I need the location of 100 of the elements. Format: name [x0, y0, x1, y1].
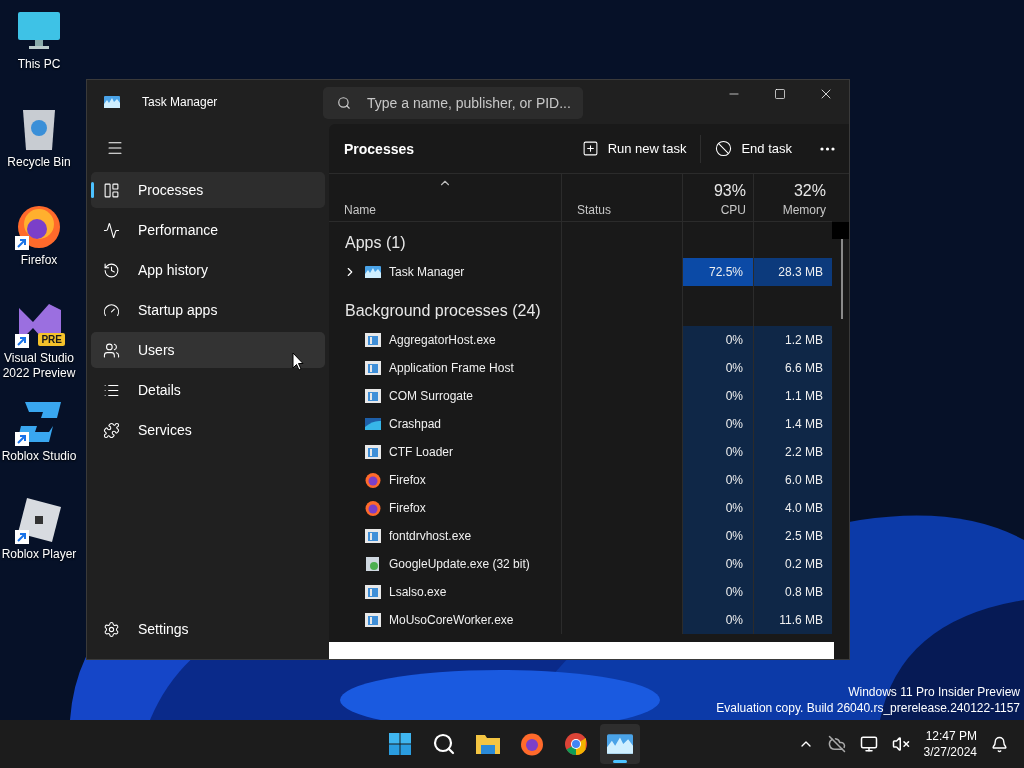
memory-cell: 4.0 MB — [754, 494, 832, 522]
activity-icon — [103, 221, 120, 239]
cloud-off-icon[interactable] — [827, 735, 846, 753]
clock[interactable]: 12:47 PM 3/27/2024 — [923, 728, 977, 760]
processes-icon — [103, 181, 120, 199]
folder-icon — [475, 733, 501, 755]
nav-item[interactable]: Startup apps — [91, 292, 325, 328]
menu-icon — [106, 139, 124, 157]
settings-item[interactable]: Settings — [91, 611, 325, 647]
process-name-cell[interactable]: AggregatorHost.exe — [329, 326, 562, 354]
settings-icon — [103, 620, 120, 638]
process-name-cell[interactable]: fontdrvhost.exe — [329, 522, 562, 550]
desktop-icon-label[interactable]: Visual Studio 2022 Preview — [1, 351, 77, 381]
add-window-icon — [581, 140, 599, 157]
build-info-text: Evaluation copy. Build 26040.rs_prerelease.240122-1157 — [716, 700, 1020, 716]
task-manager-icon — [607, 734, 633, 754]
muted-speaker-icon[interactable] — [891, 735, 910, 753]
shortcut-arrow-icon — [15, 530, 29, 544]
more-icon — [820, 146, 835, 151]
firefox-icon — [520, 732, 544, 756]
window-icon — [365, 361, 381, 375]
memory-cell: 1.1 MB — [754, 382, 832, 410]
desktop-icon-label[interactable]: Roblox Studio — [1, 449, 77, 464]
process-name-cell[interactable]: COM Surrogate — [329, 382, 562, 410]
cpu-cell: 0% — [683, 410, 754, 438]
memory-cell: 6.6 MB — [754, 354, 832, 382]
nav-item[interactable]: Details — [91, 372, 325, 408]
cpu-cell: 0% — [683, 578, 754, 606]
process-name-cell[interactable]: Firefox — [329, 466, 562, 494]
page-title: Processes — [344, 140, 415, 157]
taskbar-button[interactable] — [600, 724, 640, 764]
process-name-cell[interactable]: GoogleUpdate.exe (32 bit) — [329, 550, 562, 578]
cpu-cell: 0% — [683, 550, 754, 578]
memory-cell: 6.0 MB — [754, 466, 832, 494]
memory-cell: 1.4 MB — [754, 410, 832, 438]
cpu-cell: 0% — [683, 466, 754, 494]
memory-cell: 2.2 MB — [754, 438, 832, 466]
build-info-text: Windows 11 Pro Insider Preview — [847, 684, 1020, 700]
group-heading: Background processes (24) — [345, 302, 541, 320]
crashpad-icon — [365, 418, 381, 430]
group-heading: Apps (1) — [345, 234, 406, 252]
shortcut-arrow-icon — [15, 236, 29, 250]
cpu-cell: 0% — [683, 354, 754, 382]
preview-badge: PRE — [38, 333, 65, 346]
cpu-cell: 0% — [683, 438, 754, 466]
desktop-icon-label[interactable]: Firefox — [1, 253, 77, 268]
run-task-button[interactable]: Run new task — [567, 131, 701, 166]
search-field[interactable]: Type a name, publisher, or PID... — [323, 87, 583, 119]
nav-item[interactable]: Performance — [91, 212, 325, 248]
prohibited-icon — [715, 140, 733, 157]
column-total: 32% — [793, 182, 826, 200]
window-icon — [365, 445, 381, 459]
nav-item[interactable]: Users — [91, 332, 325, 368]
end-task-button[interactable]: End task — [701, 131, 806, 166]
column-header[interactable]: 32% Memory — [754, 174, 832, 222]
column-label: Memory — [782, 203, 826, 217]
column-label: Status — [577, 203, 612, 217]
maximize-icon — [774, 88, 786, 100]
process-name-cell[interactable]: MoUsoCoreWorker.exe — [329, 606, 562, 634]
column-total: 93% — [713, 182, 746, 200]
horizontal-scrollbar[interactable] — [329, 642, 834, 659]
column-header[interactable]: 93% CPU — [683, 174, 754, 222]
process-name-cell[interactable]: Crashpad — [329, 410, 562, 438]
window-icon — [365, 613, 381, 627]
task-manager-icon — [365, 266, 381, 278]
process-name-cell[interactable]: CTF Loader — [329, 438, 562, 466]
column-header[interactable]: Status — [562, 174, 683, 222]
process-name-cell[interactable]: Application Frame Host — [329, 354, 562, 382]
installer-icon — [365, 556, 381, 572]
cpu-cell: 0% — [683, 494, 754, 522]
process-name-cell[interactable]: Task Manager — [329, 258, 562, 286]
process-name-cell[interactable]: Firefox — [329, 494, 562, 522]
cpu-cell: 0% — [683, 606, 754, 634]
cpu-cell: 0% — [683, 522, 754, 550]
notification-bell-icon[interactable] — [991, 735, 1008, 753]
desktop-icon-label[interactable]: This PC — [1, 57, 77, 72]
process-name-cell[interactable]: Lsalso.exe — [329, 578, 562, 606]
memory-cell: 0.8 MB — [754, 578, 832, 606]
desktop-icon-label[interactable]: Roblox Player — [1, 547, 77, 562]
task-manager-icon — [104, 96, 120, 108]
nav-item[interactable]: App history — [91, 252, 325, 288]
memory-cell: 2.5 MB — [754, 522, 832, 550]
shortcut-arrow-icon — [15, 334, 29, 348]
mouse-cursor-icon — [292, 352, 304, 371]
column-label: Name — [344, 203, 376, 217]
desktop-icon-label[interactable]: Recycle Bin — [1, 155, 77, 170]
memory-cell: 1.2 MB — [754, 326, 832, 354]
cpu-cell: 0% — [683, 382, 754, 410]
firefox-icon — [365, 472, 381, 488]
memory-cell: 28.3 MB — [754, 258, 832, 286]
clock-date: 3/27/2024 — [923, 744, 977, 760]
clock-time: 12:47 PM — [925, 728, 977, 744]
memory-cell: 0.2 MB — [754, 550, 832, 578]
memory-cell: 11.6 MB — [754, 606, 832, 634]
window-icon — [365, 333, 381, 347]
column-header[interactable]: Name — [329, 174, 562, 222]
cpu-cell: 72.5% — [683, 258, 754, 286]
nav-item[interactable]: Processes — [91, 172, 325, 208]
window-icon — [365, 585, 381, 599]
nav-item[interactable]: Services — [91, 412, 325, 448]
